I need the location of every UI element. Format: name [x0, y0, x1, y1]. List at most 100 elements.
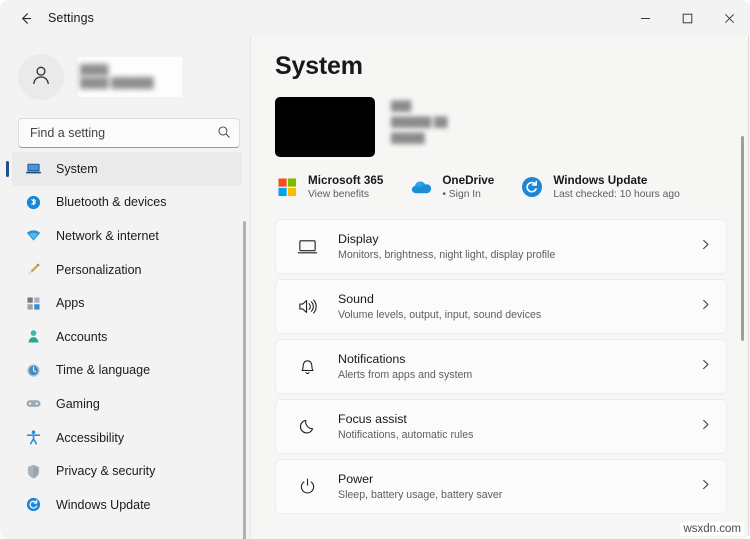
- back-button[interactable]: [10, 5, 40, 31]
- quick-link-onedrive[interactable]: OneDrive • Sign In: [409, 169, 494, 205]
- quick-link-text: Windows Update Last checked: 10 hours ag…: [553, 173, 680, 202]
- card-text: Focus assist Notifications, automatic ru…: [338, 411, 699, 443]
- bell-icon: [294, 354, 320, 380]
- sidebar-item-network-internet[interactable]: Network & internet: [12, 219, 242, 253]
- card-subtitle: Sleep, battery usage, battery saver: [338, 488, 503, 501]
- profile-account: ████ ██████: [80, 78, 154, 89]
- settings-card-power[interactable]: Power Sleep, battery usage, battery save…: [275, 459, 727, 514]
- profile-text: ████ ████ ██████: [78, 57, 182, 97]
- device-summary: ███ ██████ ██ █████: [275, 97, 750, 157]
- wifi-icon: [24, 227, 42, 245]
- sidebar-item-time-language[interactable]: Time & language: [12, 354, 242, 388]
- search-container: [18, 118, 240, 148]
- card-text: Notifications Alerts from apps and syste…: [338, 351, 699, 383]
- card-title: Notifications: [338, 351, 406, 366]
- sidebar-item-accessibility[interactable]: Accessibility: [12, 421, 242, 455]
- sidebar-item-label: Privacy & security: [56, 464, 156, 479]
- sidebar-scrollbar[interactable]: [243, 221, 246, 539]
- maximize-button[interactable]: [666, 0, 708, 36]
- sidebar-item-system[interactable]: System: [6, 152, 242, 186]
- close-button[interactable]: [708, 0, 750, 36]
- onedrive-cloud-icon: [409, 175, 433, 199]
- quick-link-title: Microsoft 365: [308, 173, 384, 187]
- quick-link-windows-update[interactable]: Windows Update Last checked: 10 hours ag…: [520, 169, 680, 205]
- quick-link-title: OneDrive: [442, 173, 495, 187]
- speaker-icon: [294, 294, 320, 320]
- quick-link-text: Microsoft 365 View benefits: [308, 173, 383, 202]
- window-controls: [624, 0, 750, 36]
- account-icon: [24, 328, 42, 346]
- user-profile[interactable]: ████ ████ ██████: [18, 50, 250, 104]
- profile-name: ████: [80, 65, 109, 76]
- sidebar-item-label: Windows Update: [56, 497, 151, 512]
- main-scrollbar[interactable]: [741, 136, 744, 341]
- card-subtitle: Monitors, brightness, night light, displ…: [338, 248, 556, 261]
- device-rename-link: █████: [391, 133, 425, 144]
- clock-icon: [24, 361, 42, 379]
- settings-card-display[interactable]: Display Monitors, brightness, night ligh…: [275, 219, 727, 274]
- sidebar-item-gaming[interactable]: Gaming: [12, 387, 242, 421]
- power-icon: [294, 474, 320, 500]
- card-title: Focus assist: [338, 411, 407, 426]
- search-icon[interactable]: [217, 125, 231, 144]
- sidebar-item-personalization[interactable]: Personalization: [12, 253, 242, 287]
- minimize-icon: [640, 13, 651, 24]
- settings-window: Settings ████ ████ ██████ Find a setting…: [0, 0, 750, 539]
- settings-card-focus-assist[interactable]: Focus assist Notifications, automatic ru…: [275, 399, 727, 454]
- person-icon: [29, 63, 53, 92]
- settings-card-list: Display Monitors, brightness, night ligh…: [275, 219, 727, 514]
- sidebar-item-apps[interactable]: Apps: [12, 286, 242, 320]
- sidebar-item-label: System: [56, 161, 98, 176]
- sidebar-item-accounts[interactable]: Accounts: [12, 320, 242, 354]
- chevron-right-icon: [699, 238, 712, 256]
- quick-link-subtitle: • Sign In: [442, 188, 481, 200]
- quick-link-subtitle: View benefits: [308, 188, 370, 200]
- monitor-icon: [294, 234, 320, 260]
- sidebar-item-privacy-security[interactable]: Privacy & security: [12, 454, 242, 488]
- sidebar-item-label: Gaming: [56, 396, 100, 411]
- sidebar-item-windows-update[interactable]: Windows Update: [12, 488, 242, 522]
- sidebar-item-bluetooth-devices[interactable]: Bluetooth & devices: [12, 186, 242, 220]
- avatar: [18, 54, 64, 100]
- minimize-button[interactable]: [624, 0, 666, 36]
- chevron-right-icon: [699, 298, 712, 316]
- sidebar-item-label: Bluetooth & devices: [56, 195, 167, 210]
- sidebar-item-label: Accessibility: [56, 430, 125, 445]
- settings-card-sound[interactable]: Sound Volume levels, output, input, soun…: [275, 279, 727, 334]
- accessibility-icon: [24, 429, 42, 447]
- card-subtitle: Alerts from apps and system: [338, 368, 473, 381]
- moon-icon: [294, 414, 320, 440]
- card-text: Sound Volume levels, output, input, soun…: [338, 291, 699, 323]
- gamepad-icon: [24, 395, 42, 413]
- update-sync-icon: [520, 175, 544, 199]
- settings-card-notifications[interactable]: Notifications Alerts from apps and syste…: [275, 339, 727, 394]
- card-title: Display: [338, 231, 379, 246]
- device-model: ██████ ██: [391, 117, 448, 128]
- sidebar: ████ ████ ██████ Find a setting System B…: [0, 36, 250, 539]
- card-subtitle: Volume levels, output, input, sound devi…: [338, 308, 542, 321]
- close-icon: [724, 13, 735, 24]
- sidebar-item-label: Personalization: [56, 262, 142, 277]
- sidebar-nav: System Bluetooth & devices Network & int…: [0, 152, 250, 539]
- quick-link-microsoft-365[interactable]: Microsoft 365 View benefits: [275, 169, 383, 205]
- apps-icon: [24, 294, 42, 312]
- quick-links-row: Microsoft 365 View benefits OneDrive • S…: [275, 169, 750, 205]
- sidebar-item-label: Network & internet: [56, 228, 159, 243]
- sidebar-item-label: Time & language: [56, 363, 151, 378]
- page-title: System: [275, 52, 363, 80]
- bluetooth-icon: [24, 193, 42, 211]
- maximize-icon: [682, 13, 693, 24]
- update-icon: [24, 496, 42, 514]
- sidebar-item-label: Accounts: [56, 329, 108, 344]
- back-arrow-icon: [18, 11, 33, 26]
- laptop-icon: [24, 160, 42, 178]
- quick-link-subtitle: Last checked: 10 hours ago: [553, 188, 680, 200]
- quick-link-title: Windows Update: [553, 173, 648, 187]
- device-info: ███ ██████ ██ █████: [391, 97, 453, 144]
- device-name: ███: [391, 101, 412, 112]
- card-title: Sound: [338, 291, 374, 306]
- search-input[interactable]: [18, 118, 240, 148]
- chevron-right-icon: [699, 358, 712, 376]
- main-edge-divider: [748, 36, 749, 539]
- app-title: Settings: [48, 11, 94, 25]
